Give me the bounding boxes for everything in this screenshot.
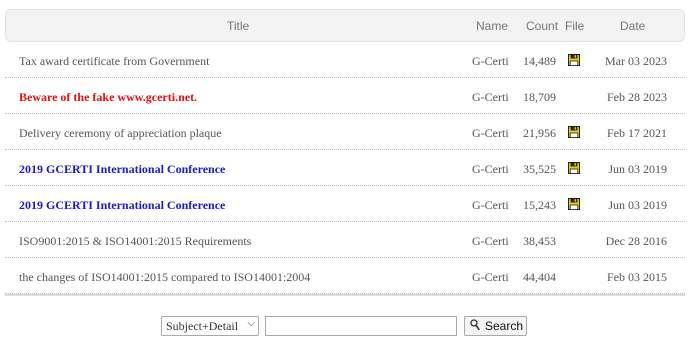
post-date: Feb 03 2015 (607, 270, 667, 284)
view-count: 35,525 (523, 162, 556, 176)
table-row: 2019 GCERTI International Conference G-Ce… (5, 150, 685, 186)
table-body: Tax award certificate from Government G-C… (5, 42, 685, 294)
author-name: G-Certi (472, 162, 509, 176)
search-button[interactable]: Search (464, 316, 527, 336)
post-title-link[interactable]: Beware of the fake www.gcerti.net. (19, 90, 197, 105)
author-name: G-Certi (472, 270, 509, 284)
post-title-link[interactable]: Tax award certificate from Government (19, 54, 209, 69)
board-table: Title Name Count File Date Tax award cer… (5, 9, 685, 296)
post-title-link[interactable]: the changes of ISO14001:2015 compared to… (19, 270, 310, 285)
chevron-down-icon: ⌵ (247, 318, 255, 329)
table-row: Tax award certificate from Government G-C… (5, 42, 685, 78)
search-scope-select[interactable]: Subject+Detail ⌵ (161, 316, 259, 336)
author-name: G-Certi (472, 234, 509, 248)
post-title-link[interactable]: 2019 GCERTI International Conference (19, 198, 225, 213)
author-name: G-Certi (472, 126, 509, 140)
search-scope-value: Subject+Detail (166, 319, 239, 333)
post-title-link[interactable]: 2019 GCERTI International Conference (19, 162, 225, 177)
floppy-disk-icon[interactable] (568, 198, 580, 210)
view-count: 38,453 (523, 234, 556, 248)
author-name: G-Certi (472, 54, 509, 68)
post-date: Jun 03 2019 (608, 198, 667, 212)
floppy-disk-icon[interactable] (568, 54, 580, 66)
post-date: Feb 28 2023 (607, 90, 667, 104)
post-date: Mar 03 2023 (605, 54, 667, 68)
post-date: Dec 28 2016 (605, 234, 667, 248)
post-date: Feb 17 2021 (607, 126, 667, 140)
table-row: the changes of ISO14001:2015 compared to… (5, 258, 685, 294)
magnifier-icon (470, 319, 480, 331)
header-count: Count (526, 19, 559, 33)
header-name: Name (476, 19, 509, 33)
author-name: G-Certi (472, 198, 509, 212)
view-count: 21,956 (523, 126, 556, 140)
floppy-disk-icon[interactable] (568, 126, 580, 138)
search-button-label: Search (485, 319, 524, 333)
author-name: G-Certi (472, 90, 509, 104)
table-row: 2019 GCERTI International Conference G-Ce… (5, 186, 685, 222)
header-title: Title (227, 19, 250, 33)
table-row: ISO9001:2015 & ISO14001:2015 Requirement… (5, 222, 685, 258)
header-date: Date (620, 19, 646, 33)
post-title-link[interactable]: ISO9001:2015 & ISO14001:2015 Requirement… (19, 234, 251, 249)
view-count: 18,709 (523, 90, 556, 104)
table-row: Delivery ceremony of appreciation plaque… (5, 114, 685, 150)
view-count: 14,489 (523, 54, 556, 68)
table-header: Title Name Count File Date (5, 9, 685, 42)
post-date: Jun 03 2019 (608, 162, 667, 176)
post-title-link[interactable]: Delivery ceremony of appreciation plaque (19, 126, 222, 141)
floppy-disk-icon[interactable] (568, 162, 580, 174)
search-input[interactable] (265, 316, 457, 336)
table-row: Beware of the fake www.gcerti.net. G-Cert… (5, 78, 685, 114)
header-file: File (565, 19, 585, 33)
view-count: 44,404 (523, 270, 556, 284)
table-bottom-divider (5, 294, 685, 296)
view-count: 15,243 (523, 198, 556, 212)
